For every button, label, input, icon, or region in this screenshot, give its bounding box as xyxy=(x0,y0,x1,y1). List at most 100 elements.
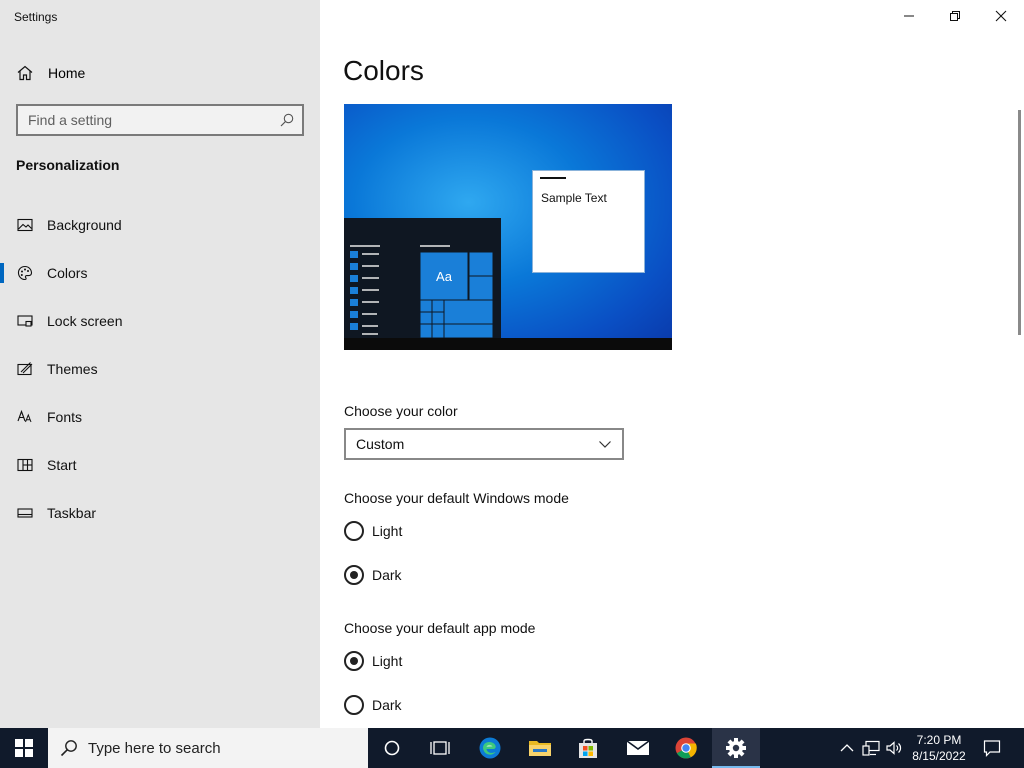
preview-tile-text: Aa xyxy=(436,269,453,284)
themes-icon xyxy=(17,362,33,376)
sidebar-item-background[interactable]: Background xyxy=(0,205,320,245)
sidebar-item-label: Colors xyxy=(47,265,88,281)
taskbar-search-placeholder: Type here to search xyxy=(88,739,221,757)
edge-icon xyxy=(479,737,501,759)
mail-taskbar-button[interactable] xyxy=(614,728,662,768)
network-tray-button[interactable] xyxy=(861,738,881,758)
windows-mode-dark-radio[interactable]: Dark xyxy=(344,565,402,585)
notification-icon xyxy=(983,740,1001,757)
chevron-down-icon xyxy=(599,441,611,448)
clock-date: 8/15/2022 xyxy=(912,749,966,763)
sidebar-item-colors[interactable]: Colors xyxy=(0,253,320,293)
taskbar-search-box[interactable]: Type here to search xyxy=(48,728,368,768)
sidebar-item-label: Themes xyxy=(47,361,98,377)
sidebar-item-label: Fonts xyxy=(47,409,83,425)
taskbar-clock[interactable]: 7:20 PM 8/15/2022 xyxy=(908,732,970,764)
folder-icon xyxy=(529,741,551,756)
preview-window: Sample Text xyxy=(532,170,645,273)
choose-color-value: Custom xyxy=(356,436,405,452)
selection-indicator xyxy=(0,455,4,475)
search-icon[interactable] xyxy=(280,113,294,127)
file-explorer-taskbar-button[interactable] xyxy=(516,728,564,768)
volume-tray-button[interactable] xyxy=(884,738,904,758)
fonts-icon xyxy=(17,409,32,423)
home-nav-item[interactable]: Home xyxy=(16,62,85,84)
edge-taskbar-button[interactable] xyxy=(466,728,514,768)
color-preview: Aa Sample Text xyxy=(344,104,672,350)
selection-indicator xyxy=(0,407,4,427)
cortana-button[interactable] xyxy=(368,728,416,768)
selection-indicator xyxy=(0,359,4,379)
home-icon xyxy=(17,65,33,81)
palette-icon xyxy=(17,265,33,281)
sidebar-item-themes[interactable]: Themes xyxy=(0,349,320,389)
sidebar-item-label: Lock screen xyxy=(47,313,123,329)
sidebar-item-start[interactable]: Start xyxy=(0,445,320,485)
settings-taskbar-button[interactable] xyxy=(712,728,760,768)
radio-circle xyxy=(344,565,364,585)
minimize-icon xyxy=(904,15,914,17)
start-icon xyxy=(17,458,33,472)
find-setting-input[interactable] xyxy=(28,112,280,128)
close-button[interactable] xyxy=(978,0,1024,32)
vertical-scrollbar[interactable] xyxy=(1018,110,1021,335)
chevron-up-icon xyxy=(840,744,854,752)
start-button[interactable] xyxy=(0,728,48,768)
store-taskbar-button[interactable] xyxy=(564,728,612,768)
radio-label: Dark xyxy=(372,697,402,713)
preview-start-menu: Aa xyxy=(344,218,501,338)
minimize-button[interactable] xyxy=(886,0,932,32)
sidebar-item-lock-screen[interactable]: Lock screen xyxy=(0,301,320,341)
speaker-icon xyxy=(886,741,902,755)
preview-start-tiles: Aa xyxy=(350,245,494,338)
find-setting-search-box[interactable] xyxy=(16,104,304,136)
store-icon xyxy=(579,738,597,758)
taskbar: Type here to search 7:20 PM 8/15/2022 xyxy=(0,728,1024,768)
restore-icon xyxy=(950,11,960,21)
preview-sample-text: Sample Text xyxy=(541,191,607,205)
app-mode-label: Choose your default app mode xyxy=(344,620,536,636)
choose-color-label: Choose your color xyxy=(344,403,458,419)
windows-logo-icon xyxy=(15,739,33,757)
sidebar-item-label: Taskbar xyxy=(47,505,97,521)
radio-label: Dark xyxy=(372,567,402,583)
radio-circle xyxy=(344,521,364,541)
selection-indicator xyxy=(0,503,4,523)
mail-icon xyxy=(626,740,650,755)
task-view-button[interactable] xyxy=(416,728,464,768)
show-hidden-icons-button[interactable] xyxy=(837,738,857,758)
app-title: Settings xyxy=(14,10,58,24)
preview-window-titlebar xyxy=(540,177,566,179)
radio-circle xyxy=(344,695,364,715)
selection-indicator xyxy=(0,263,4,283)
taskbar-icon xyxy=(17,508,33,518)
action-center-button[interactable] xyxy=(982,738,1002,758)
selection-indicator xyxy=(0,311,4,331)
search-icon xyxy=(60,740,77,757)
close-icon xyxy=(995,10,1007,22)
windows-mode-label: Choose your default Windows mode xyxy=(344,490,569,506)
radio-label: Light xyxy=(372,523,403,539)
choose-color-dropdown[interactable]: Custom xyxy=(344,428,624,460)
radio-circle xyxy=(344,651,364,671)
app-mode-light-radio[interactable]: Light xyxy=(344,651,402,671)
preview-taskbar xyxy=(344,338,672,350)
network-icon xyxy=(862,740,880,756)
gear-icon xyxy=(726,738,746,758)
chrome-taskbar-button[interactable] xyxy=(662,728,710,768)
lock-screen-icon xyxy=(17,315,33,327)
windows-mode-light-radio[interactable]: Light xyxy=(344,521,402,541)
section-title: Personalization xyxy=(16,157,120,173)
sidebar-item-label: Background xyxy=(47,217,122,233)
selection-indicator xyxy=(0,215,4,235)
chrome-icon xyxy=(675,737,697,759)
app-mode-dark-radio[interactable]: Dark xyxy=(344,695,402,715)
sidebar-item-taskbar[interactable]: Taskbar xyxy=(0,493,320,533)
clock-time: 7:20 PM xyxy=(916,733,962,747)
sidebar-item-fonts[interactable]: Fonts xyxy=(0,397,320,437)
home-label: Home xyxy=(48,65,86,81)
picture-icon xyxy=(17,218,33,232)
page-title: Colors xyxy=(343,55,424,86)
task-view-icon xyxy=(430,741,450,755)
restore-button[interactable] xyxy=(932,0,978,32)
